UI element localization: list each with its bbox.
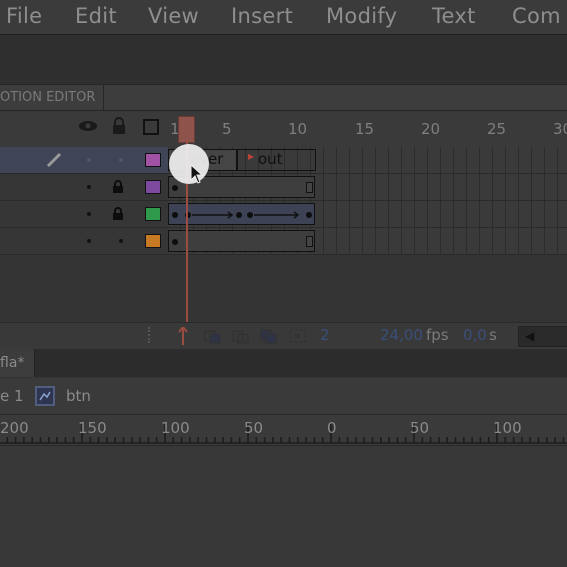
tween-arrow-icon — [254, 211, 300, 219]
visibility-dot[interactable] — [87, 185, 91, 189]
document-tab-bar: fla* — [0, 349, 567, 377]
layer-row[interactable] — [0, 201, 168, 228]
frame-number: 25 — [487, 120, 507, 138]
visibility-dot[interactable] — [87, 158, 91, 162]
keyframe[interactable] — [172, 212, 178, 218]
keyframe[interactable] — [236, 212, 242, 218]
outline-icon[interactable] — [143, 119, 159, 135]
layer-color-swatch[interactable] — [145, 153, 161, 167]
menu-view[interactable]: View — [148, 4, 199, 28]
eye-icon[interactable] — [78, 119, 98, 133]
frame-rate-unit: fps — [426, 326, 449, 344]
lock-dot[interactable] — [119, 239, 123, 243]
current-frame: 2 — [320, 326, 330, 344]
layer-color-swatch[interactable] — [145, 234, 161, 248]
menu-edit[interactable]: Edit — [75, 4, 117, 28]
ruler-label: 50 — [244, 419, 264, 437]
frame-grid[interactable]: over out ▸ — [168, 147, 567, 257]
ruler-label: 100 — [493, 419, 522, 437]
lock-dot[interactable] — [119, 158, 123, 162]
frame-span[interactable] — [236, 149, 316, 171]
menu-modify[interactable]: Modify — [326, 4, 397, 28]
menu-insert[interactable]: Insert — [231, 4, 293, 28]
cursor-arrow-icon — [190, 164, 204, 184]
tween-arrow-icon — [192, 211, 234, 219]
frame-rate-value[interactable]: 24,00 — [380, 326, 423, 344]
layer-list — [0, 147, 168, 257]
panel-tab-bar: OTION EDITOR — [0, 85, 567, 111]
frame-number: 15 — [355, 120, 375, 138]
frame-row[interactable] — [168, 201, 567, 228]
menu-text[interactable]: Text — [432, 4, 476, 28]
menu-bar: File Edit View Insert Modify Text Com — [0, 0, 567, 35]
frame-span[interactable] — [168, 230, 315, 252]
ruler-label: 50 — [410, 419, 430, 437]
scroll-left-icon[interactable]: ◀ — [525, 329, 534, 343]
end-frame[interactable] — [306, 236, 313, 247]
frame-number: 20 — [421, 120, 441, 138]
timeline-footer: 2 24,00 fps 0,0 s ◀ — [0, 322, 567, 349]
edit-multiple-frames-icon[interactable] — [289, 328, 307, 344]
frame-number: 30 — [553, 120, 567, 138]
tab-motion-editor[interactable]: OTION EDITOR — [0, 85, 105, 110]
end-frame[interactable] — [306, 182, 313, 193]
frame-row[interactable] — [168, 228, 567, 255]
layer-color-swatch[interactable] — [145, 180, 161, 194]
visibility-dot[interactable] — [87, 239, 91, 243]
resize-grip-icon — [148, 327, 160, 343]
pencil-icon — [46, 152, 62, 168]
keyframe[interactable] — [172, 239, 178, 245]
toolbar-area — [0, 35, 567, 85]
frame-number: 10 — [288, 120, 308, 138]
menu-commands[interactable]: Com — [512, 4, 561, 28]
edit-bar: e 1 btn — [0, 378, 567, 415]
timeline-header — [0, 111, 567, 147]
symbol-breadcrumb[interactable]: btn — [66, 387, 91, 405]
onion-skin-icon[interactable] — [232, 328, 250, 344]
horizontal-scrollbar[interactable]: ◀ — [518, 326, 567, 347]
menu-file[interactable]: File — [6, 4, 42, 28]
keyframe[interactable] — [306, 212, 312, 218]
stage-area[interactable] — [0, 446, 567, 567]
frame-row[interactable] — [168, 174, 567, 201]
horizontal-ruler: 200 150 100 50 0 50 100 — [0, 415, 567, 446]
ruler-label: 200 — [0, 419, 29, 437]
playhead-handle[interactable] — [178, 116, 195, 143]
layer-row[interactable] — [0, 228, 168, 255]
ruler-label: 100 — [161, 419, 190, 437]
frame-number: 5 — [222, 120, 232, 138]
playhead-marker-icon — [178, 327, 188, 345]
layer-row[interactable] — [0, 147, 168, 174]
elapsed-time-unit: s — [489, 326, 497, 344]
lock-icon[interactable] — [112, 180, 124, 194]
lock-icon[interactable] — [112, 207, 124, 221]
visibility-dot[interactable] — [87, 212, 91, 216]
symbol-icon — [35, 386, 55, 406]
layer-row[interactable] — [0, 174, 168, 201]
scene-breadcrumb[interactable]: e 1 — [0, 387, 24, 405]
center-frame-icon[interactable] — [204, 328, 222, 344]
onion-skin-outline-icon[interactable] — [260, 328, 278, 344]
document-tab[interactable]: fla* — [0, 349, 36, 377]
keyframe[interactable] — [172, 185, 178, 191]
ruler-label: 150 — [78, 419, 107, 437]
layer-color-swatch[interactable] — [145, 207, 161, 221]
ruler-label: 0 — [327, 419, 337, 437]
frame-row[interactable]: over out ▸ — [168, 147, 567, 174]
keyframe[interactable] — [247, 212, 253, 218]
lock-icon[interactable] — [111, 117, 127, 135]
elapsed-time-value: 0,0 — [463, 326, 487, 344]
